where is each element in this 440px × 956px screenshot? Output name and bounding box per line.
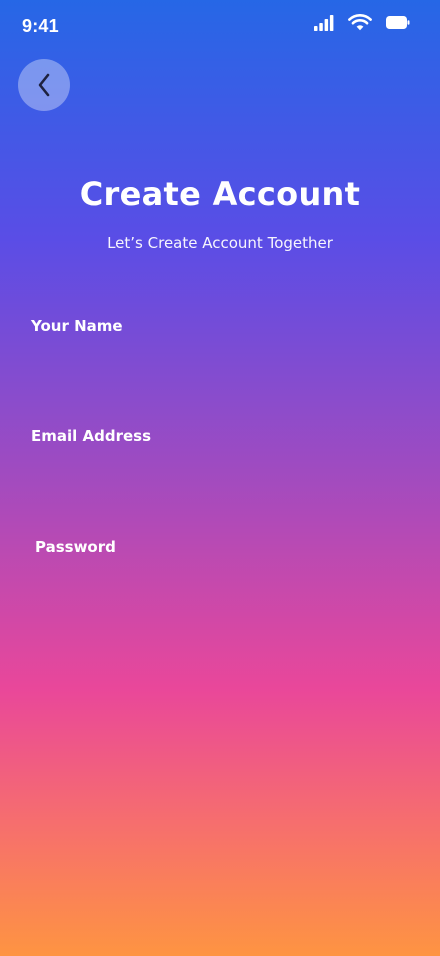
page-subtitle: Let’s Create Account Together (107, 234, 333, 252)
name-field-label: Your Name (31, 317, 123, 335)
email-field[interactable] (31, 456, 409, 496)
password-field[interactable] (35, 567, 409, 607)
email-field-label: Email Address (31, 427, 152, 445)
chevron-left-icon (36, 72, 52, 98)
password-field-label: Password (35, 538, 116, 556)
page-title: Create Account (79, 175, 361, 213)
back-button[interactable] (18, 59, 70, 111)
name-field[interactable] (31, 346, 409, 386)
status-time: 9:41 (22, 16, 59, 36)
battery-icon (386, 16, 410, 29)
status-bar: 9:41 (0, 0, 440, 54)
status-icons (314, 14, 410, 31)
create-account-screen: 9:41 Create Account Let’s Create Account… (0, 0, 440, 956)
cellular-signal-icon (314, 14, 334, 31)
wifi-icon (348, 14, 372, 31)
